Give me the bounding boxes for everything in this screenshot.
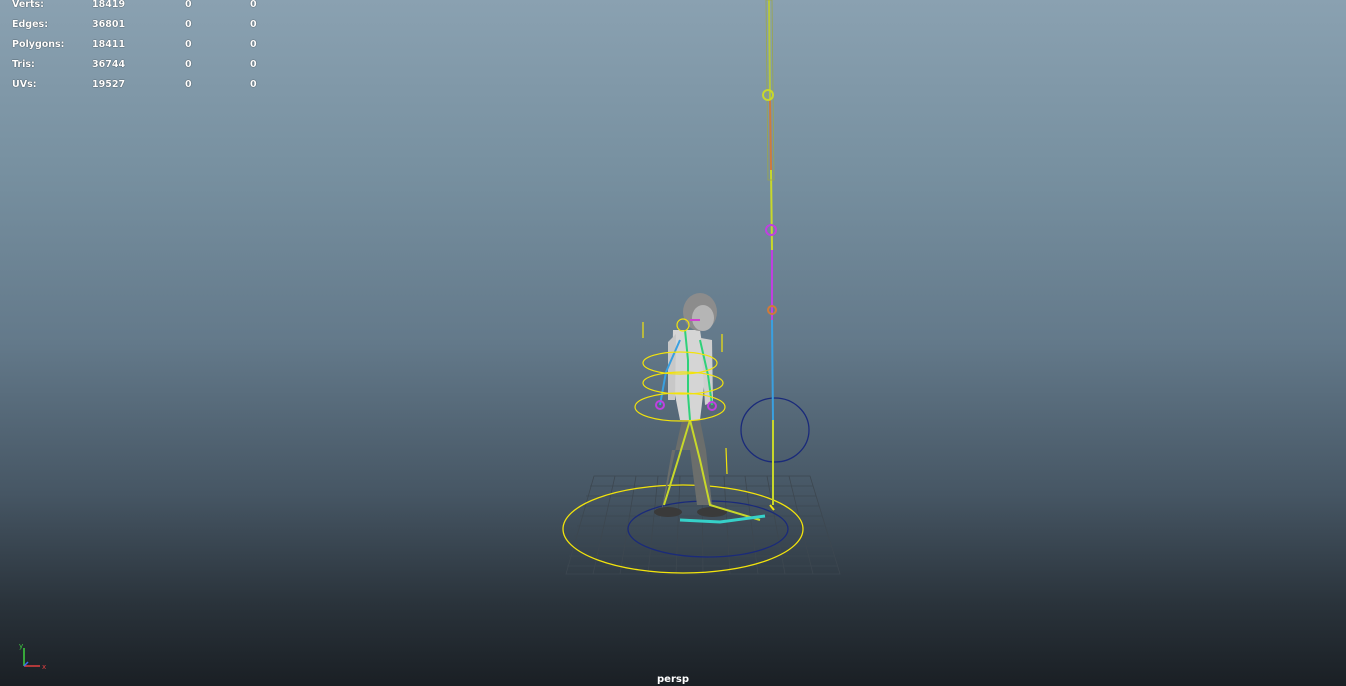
- view-axis-indicator: y x: [19, 642, 46, 671]
- root-control-circle[interactable]: [562, 484, 804, 574]
- viewport-scene[interactable]: [0, 0, 1346, 686]
- axis-y-label: y: [19, 642, 23, 650]
- axis-x-label: x: [42, 663, 46, 671]
- camera-name-label: persp: [657, 674, 689, 685]
- offset-control-circle[interactable]: [740, 397, 810, 463]
- stretched-rig-pole[interactable]: [762, 0, 777, 505]
